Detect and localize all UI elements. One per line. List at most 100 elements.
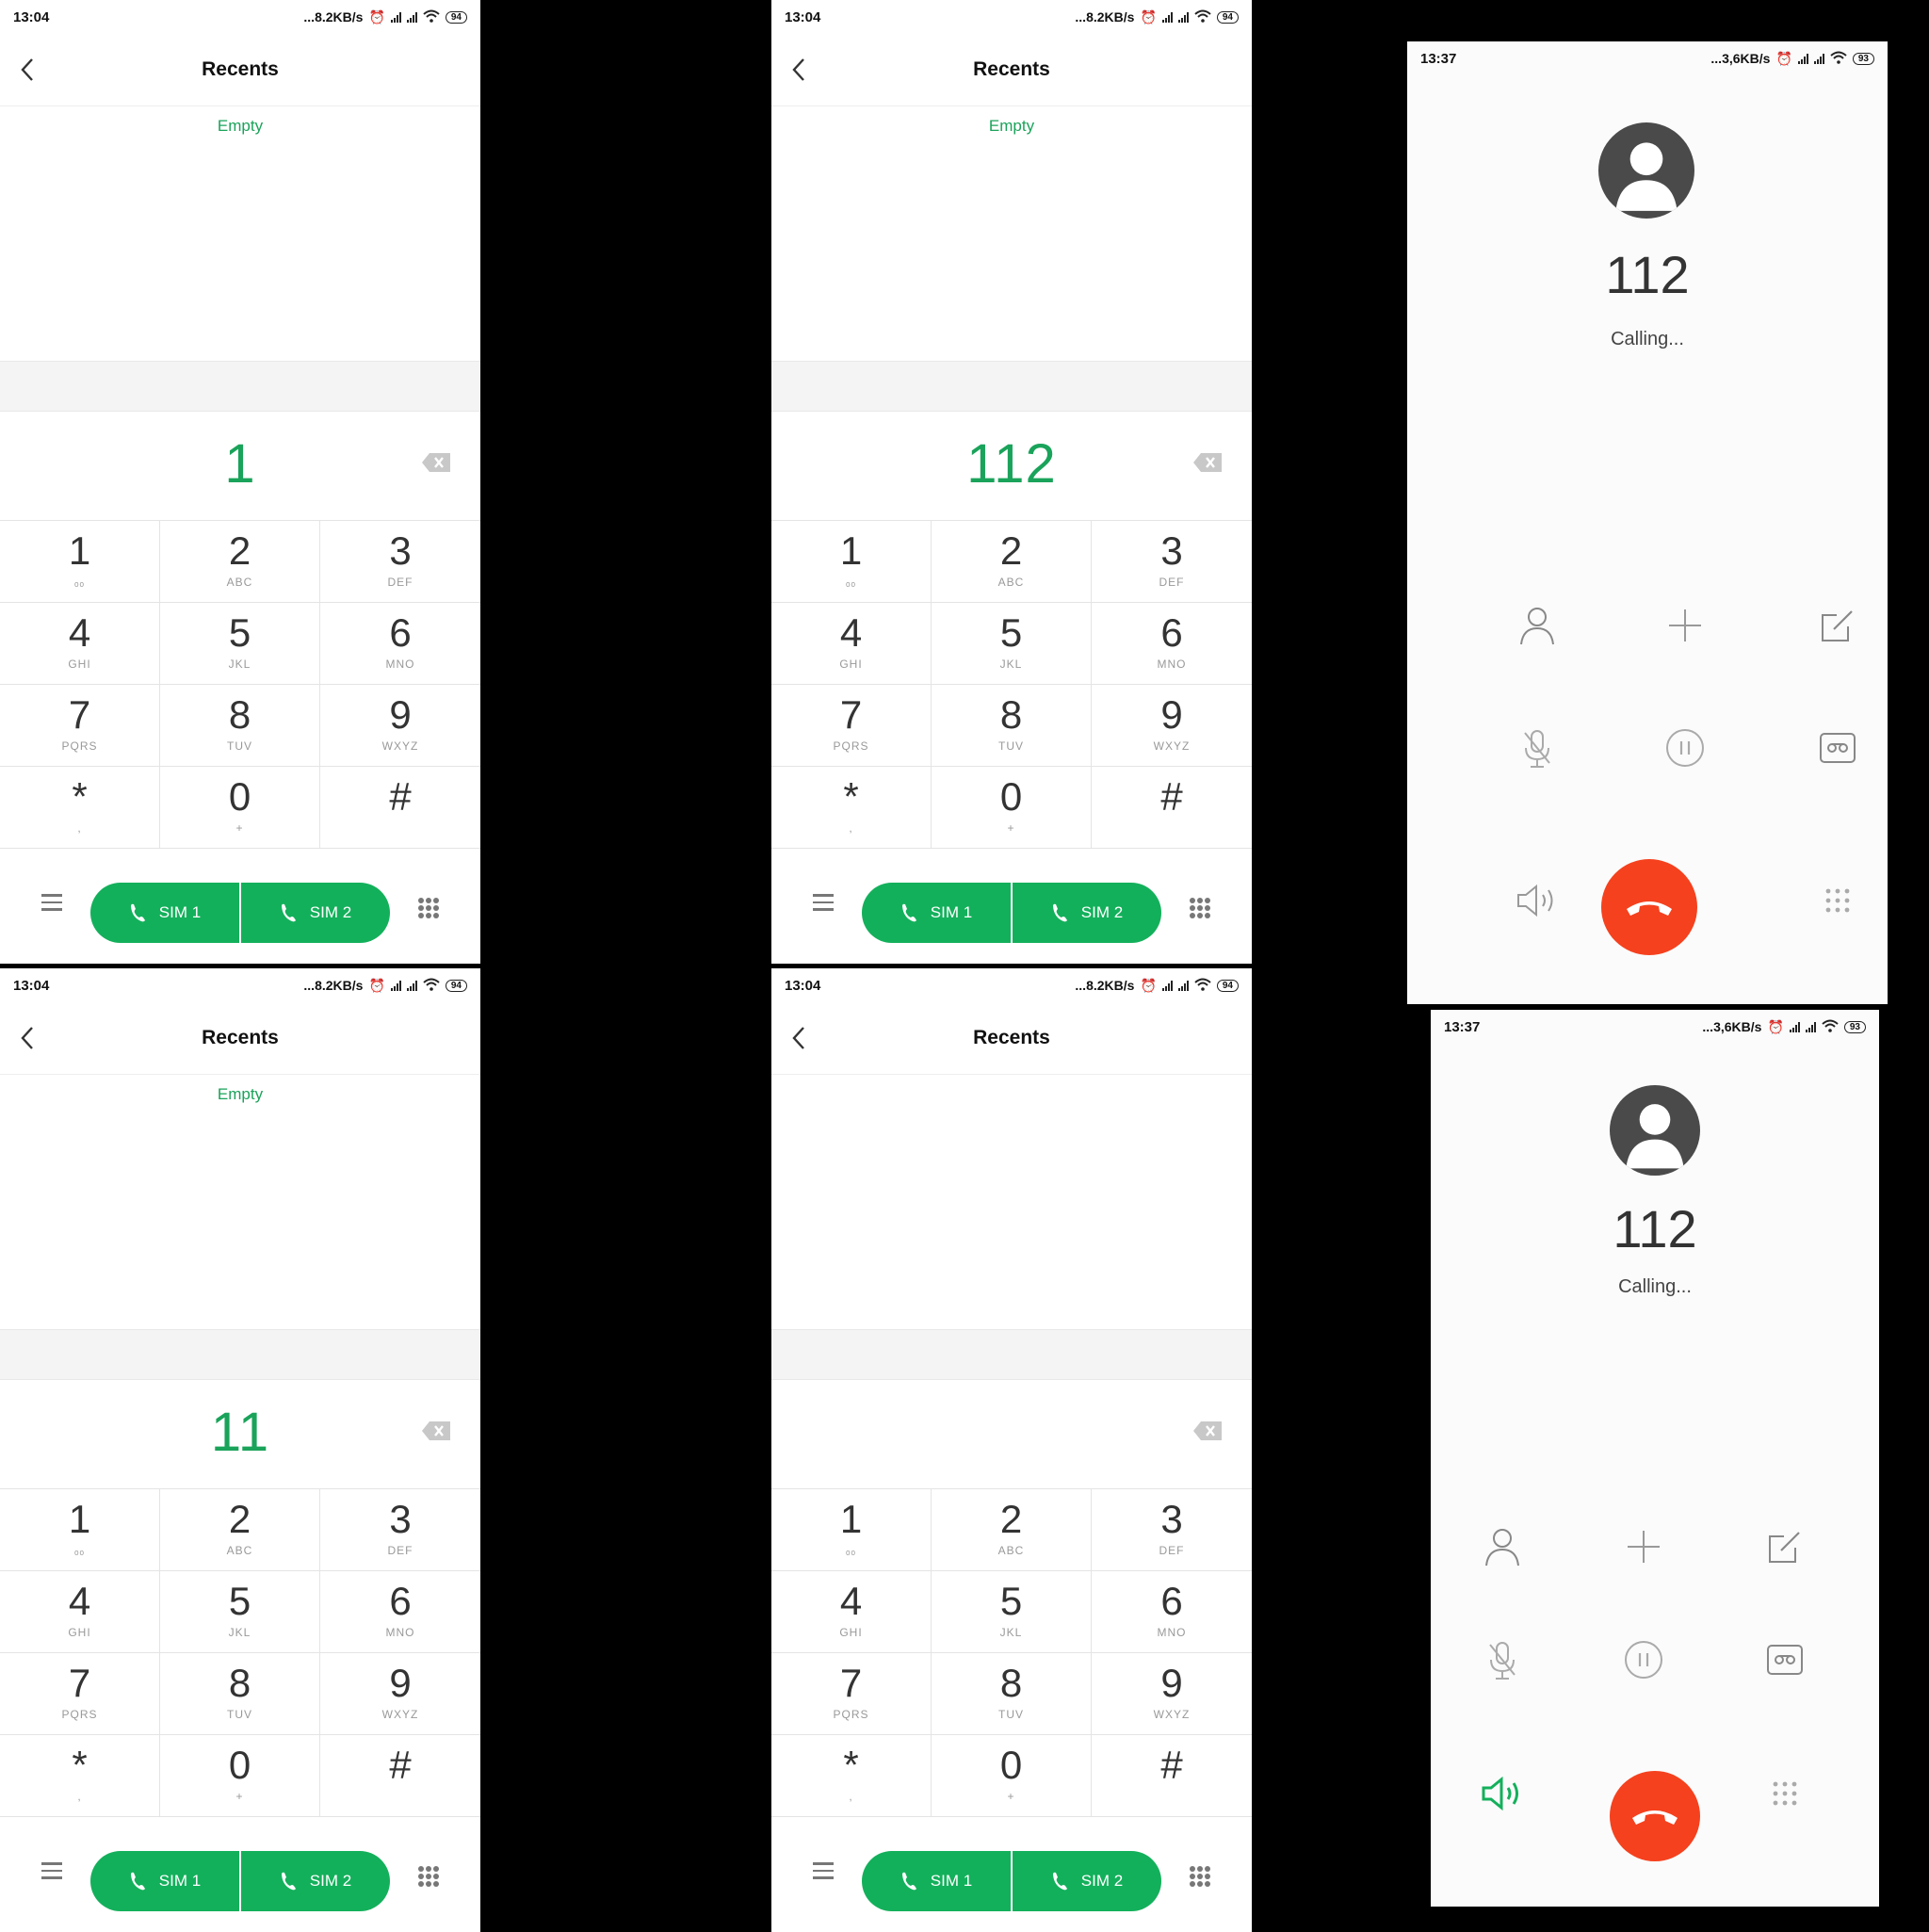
menu-icon[interactable] (813, 1862, 834, 1884)
key-4[interactable]: 4 GHI (0, 1571, 160, 1653)
signal-icon (1813, 53, 1824, 64)
key-digit: 6 (389, 610, 412, 655)
key-8[interactable]: 8 TUV (160, 685, 320, 767)
key-2[interactable]: 2 ABC (932, 521, 1092, 603)
key-1[interactable]: 1 ₒₒ (0, 521, 160, 603)
add-call-button[interactable] (1620, 1523, 1667, 1570)
key-6[interactable]: 6 MNO (320, 603, 480, 685)
key-0[interactable]: 0 + (932, 767, 1092, 849)
end-call-button[interactable] (1610, 1771, 1700, 1861)
keypad-toggle-icon[interactable] (418, 1866, 439, 1887)
key-8[interactable]: 8 TUV (932, 685, 1092, 767)
key-5[interactable]: 5 JKL (160, 603, 320, 685)
key-9[interactable]: 9 WXYZ (1092, 1653, 1252, 1735)
back-button[interactable] (17, 1025, 40, 1051)
backspace-button[interactable] (1193, 1421, 1222, 1445)
call-sim1-button[interactable]: SIM 1 (90, 883, 239, 943)
back-button[interactable] (788, 57, 811, 83)
key-letters: ABC (997, 1544, 1025, 1557)
mute-button[interactable] (1479, 1636, 1526, 1683)
note-button[interactable] (1814, 602, 1861, 649)
key-hash[interactable]: # (1092, 767, 1252, 849)
key-3[interactable]: 3 DEF (320, 1489, 480, 1571)
key-hash[interactable]: # (1092, 1735, 1252, 1817)
sim1-label: SIM 1 (158, 903, 202, 921)
key-5[interactable]: 5 JKL (160, 1571, 320, 1653)
key-6[interactable]: 6 MNO (320, 1571, 480, 1653)
key-hash[interactable]: # (320, 767, 480, 849)
add-call-button[interactable] (1662, 602, 1709, 649)
key-4[interactable]: 4 GHI (771, 1571, 932, 1653)
back-button[interactable] (788, 1025, 811, 1051)
backspace-button[interactable] (422, 453, 450, 477)
key-digit: * (72, 774, 88, 819)
key-7[interactable]: 7 PQRS (771, 1653, 932, 1735)
call-sim2-button[interactable]: SIM 2 (1011, 1851, 1161, 1911)
call-sim2-button[interactable]: SIM 2 (239, 883, 390, 943)
note-button[interactable] (1761, 1523, 1808, 1570)
backspace-button[interactable] (1193, 453, 1222, 477)
key-hash[interactable]: # (320, 1735, 480, 1817)
key-3[interactable]: 3 DEF (320, 521, 480, 603)
key-4[interactable]: 4 GHI (0, 603, 160, 685)
key-4[interactable]: 4 GHI (771, 603, 932, 685)
wifi-icon (1194, 9, 1211, 25)
menu-icon[interactable] (41, 894, 62, 916)
key-7[interactable]: 7 PQRS (771, 685, 932, 767)
key-0[interactable]: 0 + (160, 767, 320, 849)
key-6[interactable]: 6 MNO (1092, 603, 1252, 685)
record-button[interactable] (1814, 724, 1861, 771)
mute-button[interactable] (1514, 724, 1561, 771)
key-star[interactable]: *, (771, 767, 932, 849)
keypad-toggle-icon[interactable] (1190, 898, 1210, 918)
call-sim1-button[interactable]: SIM 1 (862, 883, 1011, 943)
key-9[interactable]: 9 WXYZ (320, 685, 480, 767)
end-call-button[interactable] (1601, 859, 1697, 955)
key-1[interactable]: 1 ₒₒ (771, 521, 932, 603)
key-3[interactable]: 3 DEF (1092, 521, 1252, 603)
key-6[interactable]: 6 MNO (1092, 1571, 1252, 1653)
call-sim1-button[interactable]: SIM 1 (90, 1851, 239, 1911)
key-3[interactable]: 3 DEF (1092, 1489, 1252, 1571)
menu-icon[interactable] (813, 894, 834, 916)
key-9[interactable]: 9 WXYZ (1092, 685, 1252, 767)
hold-button[interactable] (1620, 1636, 1667, 1683)
phone-icon (901, 903, 916, 922)
contacts-button[interactable] (1479, 1523, 1526, 1570)
speaker-button[interactable] (1479, 1770, 1526, 1817)
key-0[interactable]: 0 + (160, 1735, 320, 1817)
key-0[interactable]: 0 + (932, 1735, 1092, 1817)
menu-icon[interactable] (41, 1862, 62, 1884)
call-sim2-button[interactable]: SIM 2 (1011, 883, 1161, 943)
call-sim2-button[interactable]: SIM 2 (239, 1851, 390, 1911)
key-5[interactable]: 5 JKL (932, 1571, 1092, 1653)
key-7[interactable]: 7 PQRS (0, 1653, 160, 1735)
key-star[interactable]: *, (771, 1735, 932, 1817)
key-1[interactable]: 1 ₒₒ (0, 1489, 160, 1571)
key-2[interactable]: 2 ABC (932, 1489, 1092, 1571)
contacts-button[interactable] (1514, 602, 1561, 649)
key-8[interactable]: 8 TUV (932, 1653, 1092, 1735)
sim-call-buttons: SIM 1 SIM 2 (90, 883, 390, 943)
key-2[interactable]: 2 ABC (160, 1489, 320, 1571)
keypad-toggle-icon[interactable] (1190, 1866, 1210, 1887)
status-bar: 13:04 ...8.2KB/s ⏰ 94 (771, 968, 1252, 1002)
call-sim1-button[interactable]: SIM 1 (862, 1851, 1011, 1911)
key-8[interactable]: 8 TUV (160, 1653, 320, 1735)
alarm-icon: ⏰ (1140, 977, 1157, 993)
keypad-toggle-icon[interactable] (418, 898, 439, 918)
key-star[interactable]: *, (0, 767, 160, 849)
back-button[interactable] (17, 57, 40, 83)
hold-button[interactable] (1662, 724, 1709, 771)
key-1[interactable]: 1 ₒₒ (771, 1489, 932, 1571)
key-9[interactable]: 9 WXYZ (320, 1653, 480, 1735)
key-star[interactable]: *, (0, 1735, 160, 1817)
keypad-button[interactable] (1761, 1770, 1808, 1817)
keypad-button[interactable] (1814, 877, 1861, 924)
key-7[interactable]: 7 PQRS (0, 685, 160, 767)
record-button[interactable] (1761, 1636, 1808, 1683)
backspace-button[interactable] (422, 1421, 450, 1445)
key-2[interactable]: 2 ABC (160, 521, 320, 603)
speaker-button[interactable] (1514, 877, 1561, 924)
key-5[interactable]: 5 JKL (932, 603, 1092, 685)
